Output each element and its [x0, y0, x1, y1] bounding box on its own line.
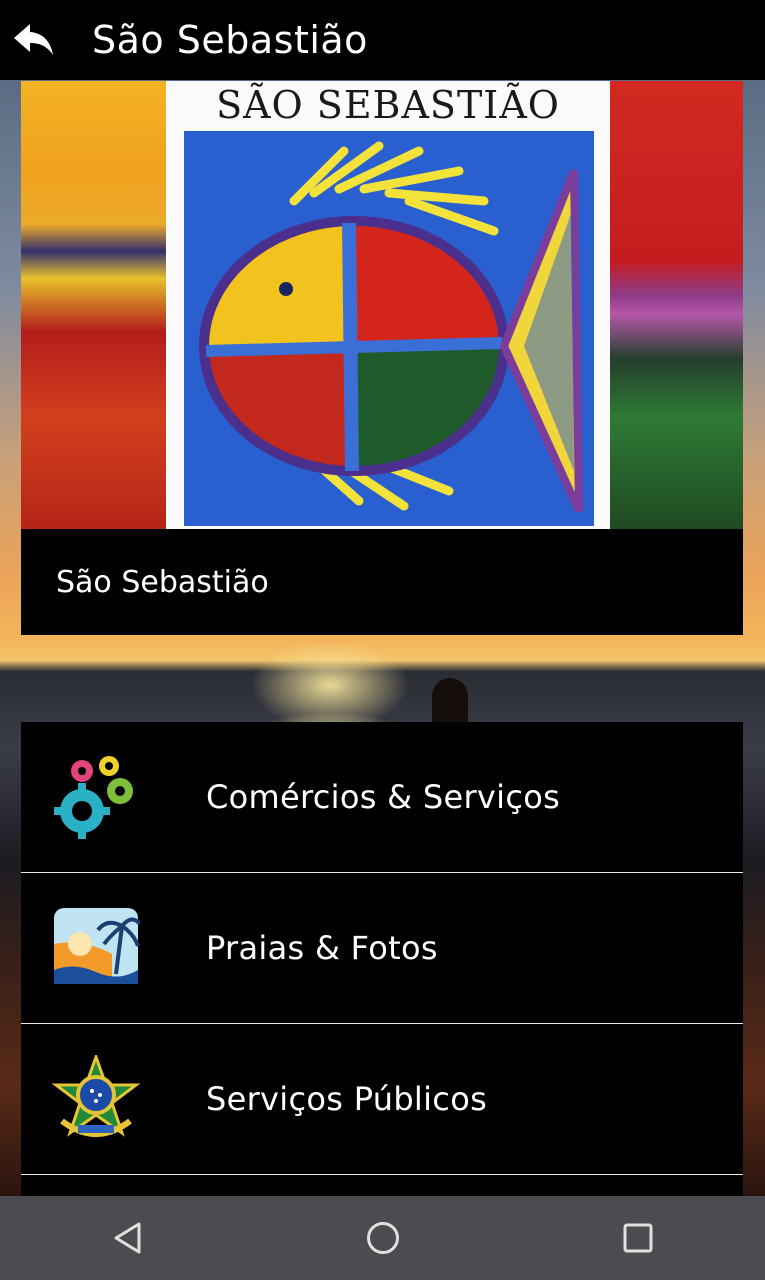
menu-list: Comércios & Serviços Praias & Fotos Serv… — [21, 722, 743, 1196]
page-title: São Sebastião — [92, 18, 368, 62]
fish-illustration — [184, 131, 594, 526]
menu-item-comercios-servicos[interactable]: Comércios & Serviços — [21, 722, 743, 873]
poster: SÃO SEBASTIÃO — [166, 81, 610, 529]
poster-title: SÃO SEBASTIÃO — [216, 83, 560, 127]
hero-banner: SÃO SEBASTIÃO — [21, 81, 743, 529]
nav-back-button[interactable] — [88, 1198, 168, 1278]
menu-item-praias-fotos[interactable]: Praias & Fotos — [21, 873, 743, 1024]
coat-of-arms-icon — [52, 1055, 140, 1137]
beach-icon — [54, 908, 140, 984]
nav-recents-icon — [623, 1223, 652, 1253]
sun-reflection — [250, 640, 410, 730]
menu-item-servicos-publicos[interactable]: Serviços Públicos — [21, 1024, 743, 1175]
header-caption-bar: São Sebastião — [21, 529, 743, 635]
left-painting-panel — [21, 81, 166, 529]
nav-home-icon — [366, 1222, 399, 1254]
right-painting-panel — [610, 81, 743, 529]
menu-item-label: Serviços Públicos — [206, 1080, 488, 1118]
silhouette-figure — [432, 678, 468, 726]
fish-painting — [184, 131, 594, 526]
menu-item-label: Praias & Fotos — [206, 929, 438, 967]
app-bar: São Sebastião — [0, 0, 765, 80]
header-caption: São Sebastião — [56, 564, 269, 600]
system-navigation-bar — [0, 1196, 765, 1280]
back-button[interactable] — [0, 0, 74, 80]
menu-item-label: Comércios & Serviços — [206, 778, 561, 816]
nav-home-button[interactable] — [343, 1198, 423, 1278]
gears-icon — [54, 756, 133, 839]
nav-recents-button[interactable] — [598, 1198, 678, 1278]
nav-back-icon — [114, 1222, 140, 1254]
back-arrow-icon — [14, 24, 53, 55]
